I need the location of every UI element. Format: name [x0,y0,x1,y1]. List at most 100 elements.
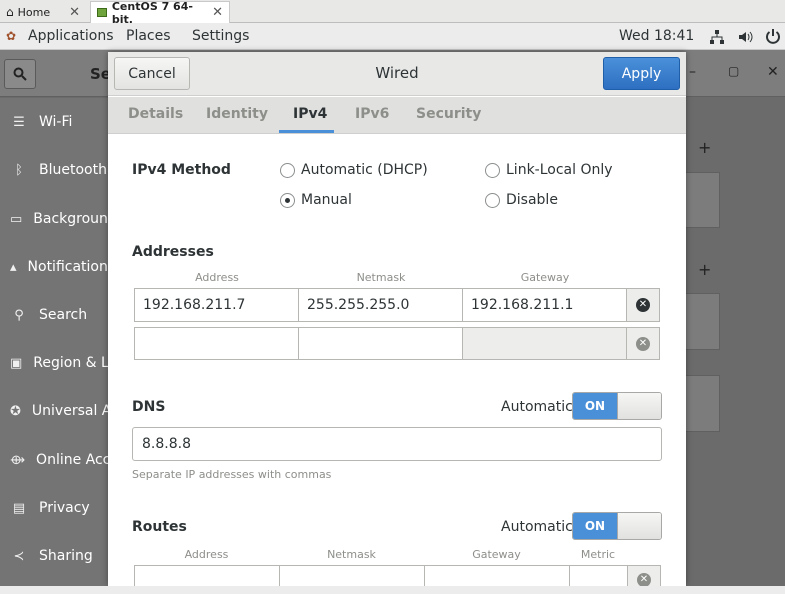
privacy-icon: ▤ [12,500,26,516]
remove-address-button[interactable]: ✕ [626,327,660,360]
dns-field[interactable]: 8.8.8.8 [132,427,662,461]
tab-details[interactable]: Details [128,106,183,122]
route-netmask-field[interactable] [279,565,425,586]
remove-icon: ✕ [636,336,650,351]
radio-indicator [485,192,500,208]
sidebar-item-universal-access[interactable]: ✪ Universal Access [0,387,108,435]
close-button[interactable]: ✕ [767,64,779,80]
places-menu[interactable]: Places [126,28,171,44]
settings-sidebar: ☰ Wi-Fi ᛒ Bluetooth ▭ Background ▴ Notificat… [0,98,108,586]
routes-automatic-label: Automatic [501,519,573,535]
switch-knob [616,513,661,539]
remove-route-button[interactable]: ✕ [627,565,661,586]
search-icon [13,67,27,81]
sidebar-item-label: Bluetooth [39,162,107,178]
sidebar-item-wifi[interactable]: ☰ Wi-Fi [0,98,108,146]
tab-identity[interactable]: Identity [206,106,268,122]
remove-icon: ✕ [637,573,651,586]
accessibility-icon: ✪ [10,403,21,419]
connection-card[interactable] [686,375,720,432]
sidebar-item-search[interactable]: ⚲ Search [0,291,108,339]
radio-manual[interactable]: Manual [280,192,352,208]
power-icon[interactable] [765,28,781,44]
home-icon: ⌂ [6,5,14,19]
radio-indicator [280,192,295,208]
sidebar-item-label: Notifications [27,259,108,275]
wifi-icon: ☰ [13,114,25,130]
sidebar-item-background[interactable]: ▭ Background [0,195,108,243]
dns-label: DNS [132,399,166,415]
settings-menu[interactable]: Settings [192,28,249,44]
route-metric-field[interactable] [569,565,628,586]
sidebar-item-privacy[interactable]: ▤ Privacy [0,484,108,532]
tab-ipv6[interactable]: IPv6 [355,106,389,122]
gnome-top-bar: ✿ Applications Places Settings Wed 18:41 [0,23,785,50]
radio-link-local[interactable]: Link-Local Only [485,162,613,178]
dialog-title: Wired [375,64,419,82]
sidebar-item-online-accounts[interactable]: ⟴ Online Accounts [0,436,108,484]
sidebar-item-bluetooth[interactable]: ᛒ Bluetooth [0,146,108,194]
dns-hint: Separate IP addresses with commas [132,468,332,481]
search-icon: ⚲ [14,307,24,323]
connection-card[interactable] [686,293,720,350]
sidebar-item-label: Sharing [39,548,93,564]
radio-label: Manual [301,192,352,208]
vm-status-bar [0,586,785,594]
share-icon: ≺ [13,548,25,564]
addresses-label: Addresses [132,244,214,260]
applications-menu[interactable]: Applications [28,28,114,44]
radio-automatic-dhcp[interactable]: Automatic (DHCP) [280,162,428,178]
add-connection-icon[interactable]: + [698,138,711,157]
close-icon[interactable]: ✕ [212,5,223,20]
sidebar-item-label: Wi-Fi [39,114,73,130]
sidebar-item-label: Online Accounts [36,452,108,468]
add-connection-icon[interactable]: + [698,260,711,279]
dns-automatic-label: Automatic [501,399,573,415]
camera-icon: ▣ [10,355,23,371]
netmask-field[interactable]: 255.255.255.0 [298,288,463,322]
minimize-button[interactable]: – [689,64,696,80]
remove-icon: ✕ [636,298,650,312]
vm-tab-centos[interactable]: CentOS 7 64-bit. ✕ [90,0,230,26]
remove-address-button[interactable]: ✕ [626,288,660,322]
wired-dialog: Wired Cancel Apply Details Identity IPv4… [108,52,686,586]
active-tab-indicator [279,130,334,133]
gnome-foot-icon: ✿ [6,29,17,43]
volume-icon[interactable] [737,29,753,45]
gateway-field[interactable]: 192.168.211.1 [462,288,627,322]
address-field[interactable]: 192.168.211.7 [134,288,299,322]
connection-card[interactable] [686,172,720,228]
routes-automatic-switch[interactable]: ON [572,512,662,540]
switch-state: ON [573,393,617,419]
cancel-button[interactable]: Cancel [114,57,190,90]
bluetooth-icon: ᛒ [15,162,23,178]
radio-disable[interactable]: Disable [485,192,558,208]
switch-state: ON [573,513,617,539]
close-icon[interactable]: ✕ [69,5,80,20]
sidebar-item-notifications[interactable]: ▴ Notifications [0,243,108,291]
sidebar-item-region[interactable]: ▣ Region & Language [0,339,108,387]
column-header: Netmask [356,271,406,284]
vm-tab-label: CentOS 7 64-bit. [111,0,193,26]
sidebar-item-label: Universal Access [31,403,108,419]
tab-ipv4[interactable]: IPv4 [293,106,327,122]
search-button[interactable] [4,59,36,89]
gateway-field[interactable] [462,327,627,360]
netmask-field[interactable] [298,327,463,360]
clock[interactable]: Wed 18:41 [619,28,694,44]
dialog-tabs: Details Identity IPv4 IPv6 Security [108,97,686,134]
tab-security[interactable]: Security [416,106,481,122]
online-accounts-icon: ⟴ [10,452,26,468]
maximize-button[interactable]: ▢ [728,64,739,78]
network-icon[interactable] [709,29,725,45]
address-field[interactable] [134,327,299,360]
vm-icon [97,8,107,17]
vm-tab-home[interactable]: ⌂ Home ✕ [0,1,86,23]
sidebar-item-sharing[interactable]: ≺ Sharing [0,532,108,580]
column-header: Netmask [327,548,376,561]
apply-button[interactable]: Apply [603,57,680,90]
dns-automatic-switch[interactable]: ON [572,392,662,420]
column-header: Address [184,548,229,561]
route-gateway-field[interactable] [424,565,570,586]
route-address-field[interactable] [134,565,280,586]
